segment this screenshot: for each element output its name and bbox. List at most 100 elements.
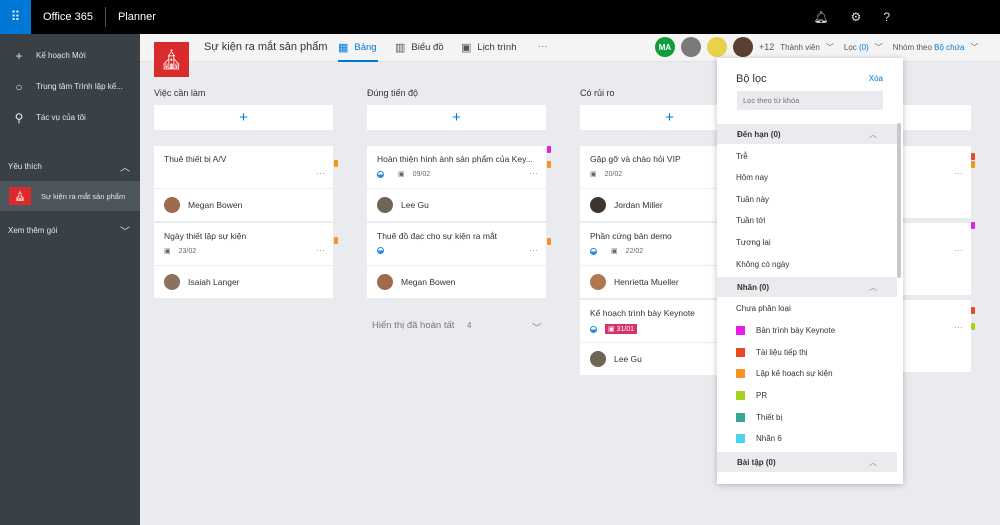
more-plans-section[interactable]: Xem thêm gói ﹀ (0, 215, 140, 245)
due-option[interactable]: Trễ (736, 152, 748, 161)
group-label: Nhãn (0) (737, 282, 769, 292)
assignee-name: Lee Gu (401, 200, 429, 210)
due-option[interactable]: Tuần này (736, 195, 769, 204)
avatar[interactable]: MA (655, 37, 675, 57)
chevron-up-icon[interactable]: ︿ (869, 457, 877, 468)
task-title: Thuê thiết bị A/V (164, 154, 227, 164)
label-option[interactable]: Lập kế hoạch sự kiện (736, 369, 833, 378)
label-option[interactable]: Thiết bị (736, 413, 782, 422)
add-task-button[interactable]: + (367, 105, 546, 130)
sidebar-favorite-plan[interactable]: ⛪︎ Sự kiện ra mắt sản phẩm (0, 181, 140, 211)
label-option-uncategorized[interactable]: Chưa phân loại (736, 304, 791, 313)
due-option[interactable]: Không có ngày (736, 260, 789, 269)
avatar[interactable] (681, 37, 701, 57)
tab-label: Biểu đồ (411, 42, 444, 53)
show-completed-label: Hiển thị đã hoàn tất (372, 320, 455, 331)
board-icon: ▦ (338, 42, 349, 54)
app-launcher-icon[interactable]: ⠿ (0, 0, 31, 34)
scrollbar[interactable] (897, 123, 901, 278)
top-bar: ⠿ Office 365 Planner 🔔︎ ⚙ ? (0, 0, 1000, 34)
task-title: Thuê đồ đạc cho sự kiện ra mắt (377, 231, 498, 241)
sidebar-item-new-plan[interactable]: + Kế hoạch Mới (0, 40, 140, 71)
chevron-down-icon[interactable]: ﹀ (532, 320, 542, 334)
sidebar: + Kế hoạch Mới ○ Trung tâm Trình lập kế.… (0, 34, 140, 525)
label-option[interactable]: Bản trình bày Keynote (736, 326, 835, 335)
divider (104, 7, 106, 27)
label-swatch (736, 348, 745, 357)
label-option[interactable]: PR (736, 391, 767, 400)
bell-icon[interactable]: 🔔︎ (813, 10, 828, 24)
favorites-section[interactable]: Yêu thích ︿ (0, 151, 140, 181)
label-group-header[interactable]: Nhãn (0) ︿ (717, 277, 897, 297)
assignment-group-header[interactable]: Bài tập (0) ︿ (717, 452, 897, 472)
task-card[interactable]: Thuê thiết bị A/V ··· Megan Bowen (154, 146, 338, 221)
add-task-button[interactable]: + (154, 105, 333, 130)
avatar (590, 351, 606, 367)
member-count[interactable]: +12 (759, 42, 774, 52)
chevron-down-icon[interactable]: ﹀ (970, 42, 978, 53)
tab-schedule[interactable]: ▣ Lịch trình (461, 41, 516, 54)
more-options-button[interactable]: ··· (538, 41, 548, 52)
calendar-icon: ▣ (461, 42, 472, 54)
assignee-name: Jordan Miller (614, 200, 663, 210)
sidebar-item-hub[interactable]: ○ Trung tâm Trình lập kế... (0, 71, 140, 102)
label-swatch (736, 434, 745, 443)
app-name[interactable]: Planner (118, 11, 156, 23)
sidebar-item-label: Kế hoạch Mới (36, 51, 86, 60)
group-label: Đến hạn (0) (737, 129, 781, 139)
chevron-down-icon[interactable]: ﹀ (120, 223, 130, 238)
task-card[interactable]: Thuê đồ đạc cho sự kiện ra mắt ··· Megan… (367, 223, 551, 298)
members-button[interactable]: Thành viên (780, 43, 820, 52)
add-task-button[interactable] (903, 105, 971, 130)
chevron-up-icon[interactable]: ︿ (869, 282, 877, 293)
clear-filters-button[interactable]: Xóa (869, 74, 883, 83)
suite-name[interactable]: Office 365 (43, 11, 93, 23)
due-group-header[interactable]: Đến hạn (0) ︿ (717, 124, 897, 144)
calendar-icon: ▣ (611, 248, 618, 255)
task-card[interactable]: Ngày thiết lập sự kiện ▣ 23/02 ··· Isaiah… (154, 223, 338, 298)
sidebar-item-label: Trung tâm Trình lập kế... (36, 82, 123, 91)
due-option[interactable]: Tương lai (736, 238, 771, 247)
task-card[interactable]: ··· (903, 146, 971, 218)
more-icon[interactable]: ··· (529, 168, 538, 178)
avatar[interactable] (707, 37, 727, 57)
task-card[interactable]: ··· (903, 223, 971, 295)
assignee-name: Megan Bowen (188, 200, 243, 210)
label-option[interactable]: Nhãn 6 (736, 434, 782, 443)
chevron-up-icon[interactable]: ︿ (869, 129, 877, 140)
plan-title: Sự kiện ra mắt sản phẩm (204, 41, 328, 53)
chevron-down-icon[interactable]: ﹀ (826, 42, 834, 53)
calendar-icon: ▣ (590, 171, 597, 178)
in-progress-icon (590, 325, 597, 333)
more-icon[interactable]: ··· (316, 245, 325, 255)
task-card[interactable]: ··· (903, 300, 971, 372)
tab-charts[interactable]: ▥ Biểu đồ (395, 41, 444, 54)
avatar[interactable] (733, 37, 753, 57)
task-title: Hoàn thiện hình ảnh sản phẩm của Key... (377, 154, 533, 164)
filter-button[interactable]: Lọc (0) (844, 43, 869, 52)
label-swatch (736, 326, 745, 335)
task-card[interactable]: Hoàn thiện hình ảnh sản phẩm của Key... … (367, 146, 551, 221)
show-completed-toggle[interactable]: Hiển thị đã hoàn tất 4 ﹀ (372, 320, 542, 334)
overdue-date-badge: ▣ 31/01 (605, 324, 638, 334)
label-swatch (736, 413, 745, 422)
sidebar-item-label: Tác vụ của tôi (36, 113, 86, 122)
chevron-up-icon[interactable]: ︿ (120, 159, 130, 174)
sidebar-item-my-tasks[interactable]: ⚲ Tác vụ của tôi (0, 102, 140, 133)
group-by-button[interactable]: Nhóm theo Bộ chứa (893, 43, 965, 52)
group-label: Bài tập (0) (737, 457, 776, 467)
tab-board[interactable]: ▦ Bảng (338, 41, 377, 54)
assignee-name: Henrietta Mueller (614, 277, 679, 287)
gear-icon[interactable]: ⚙ (851, 10, 862, 24)
in-progress-icon (590, 247, 597, 255)
label-tag (547, 238, 551, 245)
chevron-down-icon[interactable]: ﹀ (875, 42, 883, 53)
due-option[interactable]: Tuần tới (736, 216, 765, 225)
in-progress-icon (377, 247, 384, 254)
due-option[interactable]: Hôm nay (736, 173, 768, 182)
help-icon[interactable]: ? (883, 10, 890, 24)
more-icon[interactable]: ··· (316, 168, 325, 178)
keyword-filter-input[interactable] (737, 91, 883, 110)
label-option[interactable]: Tài liệu tiếp thị (736, 348, 808, 357)
more-icon[interactable]: ··· (529, 245, 538, 255)
